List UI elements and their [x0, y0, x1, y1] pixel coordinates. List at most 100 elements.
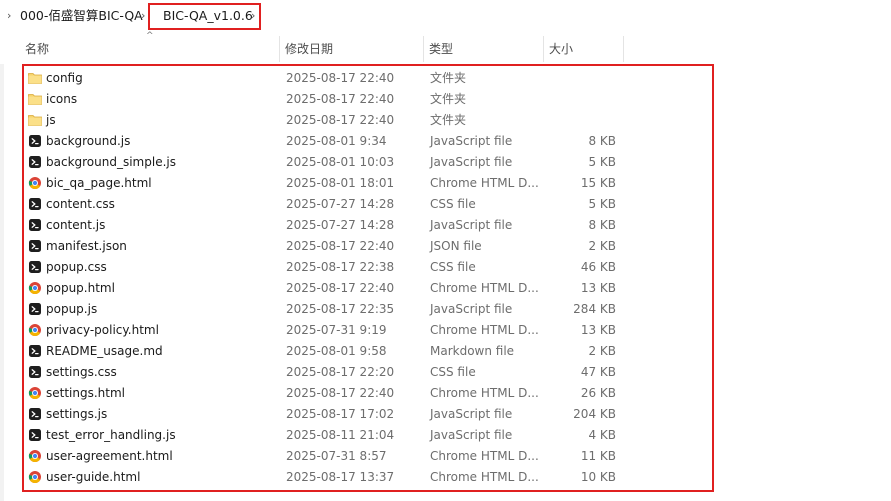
code-file-icon	[28, 407, 42, 421]
file-size: 15 KB	[580, 176, 616, 190]
file-row[interactable]: settings.css 2025-08-17 22:20 CSS file 47 K…	[26, 362, 626, 383]
file-name: settings.js	[46, 407, 108, 421]
file-name: icons	[46, 92, 78, 106]
file-type: CSS file	[430, 365, 476, 379]
file-name: js	[46, 113, 56, 127]
file-name: privacy-policy.html	[46, 323, 159, 337]
file-row[interactable]: content.js 2025-07-27 14:28 JavaScript fil…	[26, 215, 626, 236]
file-row[interactable]: content.css 2025-07-27 14:28 CSS file 5 KB	[26, 194, 626, 215]
file-type: JavaScript file	[430, 428, 513, 442]
file-row[interactable]: js 2025-08-17 22:40 文件夹	[26, 110, 626, 131]
file-type: Chrome HTML D...	[430, 281, 539, 295]
file-row[interactable]: settings.html 2025-08-17 22:40 Chrome HTML…	[26, 383, 626, 404]
file-row[interactable]: user-agreement.html 2025-07-31 8:57 Chrome…	[26, 446, 626, 467]
file-row[interactable]: popup.html 2025-08-17 22:40 Chrome HTML D.…	[26, 278, 626, 299]
code-file-icon	[28, 155, 42, 169]
file-name: background.js	[46, 134, 131, 148]
file-type: JSON file	[430, 239, 482, 253]
column-header-name[interactable]: 名称	[20, 36, 280, 62]
file-name: popup.html	[46, 281, 115, 295]
chrome-icon	[28, 323, 42, 337]
file-name: user-guide.html	[46, 470, 141, 484]
file-name: manifest.json	[46, 239, 127, 253]
file-size: 13 KB	[580, 281, 616, 295]
file-row[interactable]: privacy-policy.html 2025-07-31 9:19 Chrome…	[26, 320, 626, 341]
file-row[interactable]: README_usage.md 2025-08-01 9:58 Markdown f…	[26, 341, 626, 362]
chevron-right-icon[interactable]: ›	[141, 10, 145, 22]
file-size: 204 KB	[573, 407, 616, 421]
file-type: CSS file	[430, 260, 476, 274]
file-size: 8 KB	[588, 218, 616, 232]
file-type: 文件夹	[430, 71, 467, 85]
file-type: Chrome HTML D...	[430, 176, 539, 190]
file-type: CSS file	[430, 197, 476, 211]
code-file-icon	[28, 239, 42, 253]
file-modified-date: 2025-08-01 10:03	[286, 155, 395, 169]
file-size	[546, 89, 616, 110]
folder-icon	[28, 113, 42, 127]
file-name: README_usage.md	[46, 344, 163, 358]
column-header-size[interactable]: 大小	[544, 36, 624, 62]
chrome-icon	[28, 176, 42, 190]
code-file-icon	[28, 134, 42, 148]
file-modified-date: 2025-08-11 21:04	[286, 428, 395, 442]
chrome-icon	[28, 449, 42, 463]
folder-icon	[28, 71, 42, 85]
file-type: Chrome HTML D...	[430, 470, 539, 484]
code-file-icon	[28, 344, 42, 358]
file-row[interactable]: popup.css 2025-08-17 22:38 CSS file 46 KB	[26, 257, 626, 278]
file-name: bic_qa_page.html	[46, 176, 152, 190]
file-row[interactable]: user-guide.html 2025-08-17 13:37 Chrome HT…	[26, 467, 626, 488]
file-modified-date: 2025-08-17 22:35	[286, 302, 395, 316]
file-row[interactable]: popup.js 2025-08-17 22:35 JavaScript file 2…	[26, 299, 626, 320]
file-row[interactable]: icons 2025-08-17 22:40 文件夹	[26, 89, 626, 110]
chrome-icon	[28, 386, 42, 400]
address-breadcrumb: › 000-佰盛智算BIC-QA › BIC-QA_v1.0.6 ›	[0, 0, 891, 34]
file-size: 47 KB	[580, 365, 616, 379]
file-size: 2 KB	[588, 239, 616, 253]
file-row[interactable]: bic_qa_page.html 2025-08-01 18:01 Chrome H…	[26, 173, 626, 194]
vertical-scrollbar[interactable]	[0, 64, 4, 501]
file-type: JavaScript file	[430, 302, 513, 316]
chrome-icon	[28, 470, 42, 484]
file-name: test_error_handling.js	[46, 428, 176, 442]
file-size: 2 KB	[588, 344, 616, 358]
file-modified-date: 2025-07-31 9:19	[286, 323, 387, 337]
column-header-type[interactable]: 类型	[424, 36, 544, 62]
file-modified-date: 2025-07-31 8:57	[286, 449, 387, 463]
chevron-right-icon[interactable]: ›	[7, 10, 11, 22]
file-modified-date: 2025-08-17 17:02	[286, 407, 395, 421]
file-type: JavaScript file	[430, 407, 513, 421]
file-type: Chrome HTML D...	[430, 449, 539, 463]
code-file-icon	[28, 197, 42, 211]
file-modified-date: 2025-08-17 13:37	[286, 470, 395, 484]
file-row[interactable]: settings.js 2025-08-17 17:02 JavaScript fi…	[26, 404, 626, 425]
code-file-icon	[28, 218, 42, 232]
file-modified-date: 2025-08-01 9:34	[286, 134, 387, 148]
file-name: background_simple.js	[46, 155, 176, 169]
file-name: popup.css	[46, 260, 107, 274]
file-modified-date: 2025-08-01 9:58	[286, 344, 387, 358]
file-name: user-agreement.html	[46, 449, 173, 463]
file-size	[546, 68, 616, 89]
file-row[interactable]: test_error_handling.js 2025-08-11 21:04 Ja…	[26, 425, 626, 446]
file-row[interactable]: background_simple.js 2025-08-01 10:03 Java…	[26, 152, 626, 173]
file-modified-date: 2025-08-17 22:40	[286, 92, 395, 106]
file-name: popup.js	[46, 302, 98, 316]
file-name: content.css	[46, 197, 115, 211]
file-size: 284 KB	[573, 302, 616, 316]
file-row[interactable]: config 2025-08-17 22:40 文件夹	[26, 68, 626, 89]
file-name: content.js	[46, 218, 106, 232]
file-modified-date: 2025-07-27 14:28	[286, 218, 395, 232]
file-size: 26 KB	[580, 386, 616, 400]
file-modified-date: 2025-08-17 22:40	[286, 113, 395, 127]
file-row[interactable]: manifest.json 2025-08-17 22:40 JSON file 2 …	[26, 236, 626, 257]
file-type: 文件夹	[430, 92, 467, 106]
file-row[interactable]: background.js 2025-08-01 9:34 JavaScript f…	[26, 131, 626, 152]
highlight-box-breadcrumb	[148, 3, 261, 30]
file-modified-date: 2025-08-17 22:40	[286, 239, 395, 253]
code-file-icon	[28, 365, 42, 379]
column-header-date[interactable]: 修改日期	[280, 36, 424, 62]
file-size: 4 KB	[588, 428, 616, 442]
breadcrumb-item-parent[interactable]: 000-佰盛智算BIC-QA	[20, 8, 143, 24]
